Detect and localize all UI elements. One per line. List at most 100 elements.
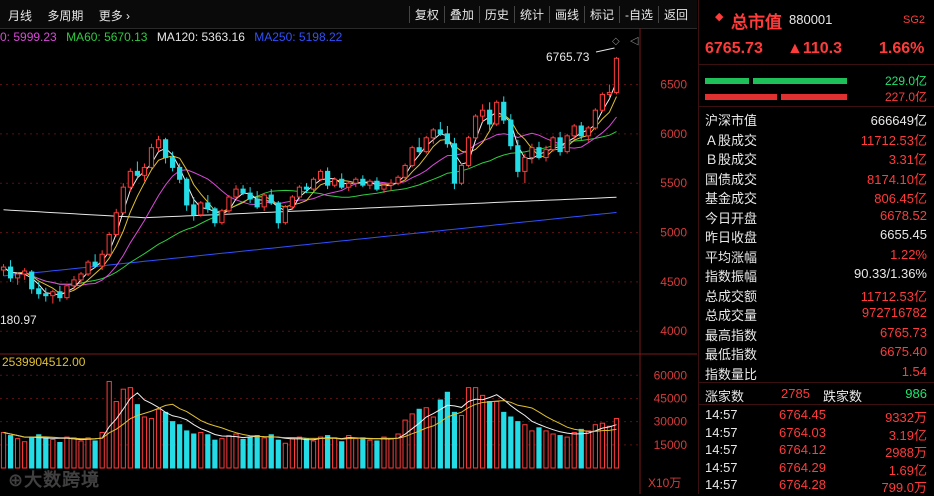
candle-body bbox=[303, 186, 310, 190]
volume-bar bbox=[162, 411, 169, 469]
volume-tick-label: 30000 bbox=[654, 415, 688, 429]
volume-bar bbox=[92, 440, 98, 469]
tick-volume: 799.0万 bbox=[881, 480, 927, 496]
rise-count: 2785 bbox=[781, 386, 810, 401]
volume-bar bbox=[339, 441, 345, 469]
volume-bar bbox=[599, 422, 605, 469]
stat-row: 最低指数 6675.40 bbox=[699, 343, 934, 362]
statistics-button[interactable]: 统计 bbox=[513, 6, 549, 23]
price-tick-label: 5500 bbox=[660, 176, 687, 190]
volume-bar bbox=[233, 433, 239, 469]
candle-body bbox=[113, 212, 119, 236]
volume-bar bbox=[219, 438, 225, 469]
tick-row: 14:57 6764.29 1.69亿 bbox=[699, 459, 934, 478]
volume-bar bbox=[585, 430, 591, 469]
ma120-value: MA120: 5363.16 bbox=[156, 30, 245, 44]
candle-body bbox=[564, 135, 570, 153]
more-button[interactable]: 更多 › bbox=[99, 9, 130, 23]
candle-body bbox=[437, 129, 443, 135]
volume-bar bbox=[374, 440, 380, 469]
candle-body bbox=[346, 182, 352, 188]
volume-bar bbox=[50, 438, 56, 469]
stat-row: 最高指数 6765.73 bbox=[699, 324, 934, 343]
volume-bar bbox=[78, 440, 84, 469]
flow-bar-2b bbox=[781, 94, 847, 100]
candle-body bbox=[416, 147, 422, 153]
candle-body bbox=[367, 180, 373, 186]
period-bar: 月线 多周期 更多 › bbox=[8, 7, 142, 24]
stat-value: 666649亿 bbox=[870, 113, 927, 128]
collapse-icon[interactable]: ◁ bbox=[630, 34, 638, 47]
candle-body bbox=[296, 186, 303, 198]
volume-bar bbox=[57, 442, 63, 469]
stat-label: 指数振幅 bbox=[705, 269, 758, 284]
tick-time: 14:57 bbox=[705, 477, 738, 493]
volume-bar bbox=[261, 437, 267, 469]
price-tick-label: 6000 bbox=[660, 127, 687, 141]
volume-bar bbox=[494, 401, 500, 469]
draw-line-button[interactable]: 画线 bbox=[548, 6, 584, 23]
period-monthly-button[interactable]: 月线 bbox=[8, 9, 32, 23]
volume-bar bbox=[275, 439, 281, 469]
stat-label: 基金成交 bbox=[705, 191, 758, 206]
remove-watchlist-button[interactable]: -自选 bbox=[618, 6, 658, 23]
candle-body bbox=[282, 206, 288, 224]
volume-bar bbox=[346, 435, 352, 469]
candle-body bbox=[0, 266, 7, 271]
stat-row: 总成交额 11712.53亿 bbox=[699, 285, 934, 304]
history-button[interactable]: 历史 bbox=[478, 6, 514, 23]
candle-body bbox=[501, 101, 507, 121]
candle-body bbox=[515, 145, 521, 172]
tick-row: 14:57 6764.45 9332万 bbox=[699, 406, 934, 425]
tick-price: 6764.29 bbox=[779, 459, 826, 475]
overlay-button[interactable]: 叠加 bbox=[443, 6, 479, 23]
volume-bar bbox=[22, 441, 28, 469]
multi-period-button[interactable]: 多周期 bbox=[47, 9, 83, 23]
volume-bar bbox=[120, 388, 126, 469]
flow-bar-1a bbox=[705, 78, 749, 84]
volume-bar bbox=[543, 430, 549, 469]
flow-bar-1-value: 229.0亿 bbox=[884, 74, 927, 88]
back-button[interactable]: 返回 bbox=[657, 6, 693, 23]
volume-bar bbox=[198, 431, 204, 469]
fall-label: 跌家数 bbox=[823, 389, 863, 404]
ma250-value: MA250: 5198.22 bbox=[254, 30, 343, 44]
volume-bar bbox=[388, 438, 394, 469]
volume-bar bbox=[458, 414, 465, 469]
volume-bar bbox=[557, 435, 563, 469]
volume-bar bbox=[606, 425, 613, 469]
stat-value: 90.33/1.36% bbox=[853, 266, 927, 281]
candle-body bbox=[233, 188, 239, 198]
volume-bar bbox=[134, 404, 140, 469]
volume-tick-label: 15000 bbox=[654, 438, 688, 452]
volume-bar bbox=[480, 394, 486, 469]
volume-bar bbox=[296, 436, 303, 469]
stat-value: 8174.10亿 bbox=[867, 171, 927, 187]
candle-body bbox=[184, 178, 190, 206]
volume-bar bbox=[381, 436, 387, 469]
adjust-button[interactable]: 复权 bbox=[408, 6, 444, 23]
kline-chart[interactable]: 6500 6000 5500 5000 4500 4000 60000 45000 30000 1… bbox=[0, 28, 697, 494]
stat-value: 11712.53亿 bbox=[860, 132, 927, 148]
volume-bar bbox=[184, 430, 190, 469]
mark-button[interactable]: 标记 bbox=[583, 6, 619, 23]
volume-bar bbox=[71, 437, 77, 469]
candle-body bbox=[310, 178, 317, 190]
volume-bar bbox=[360, 437, 366, 469]
breadth-row: 涨家数 2785 跌家数 986 bbox=[699, 385, 934, 404]
price-tick-label: 4500 bbox=[660, 275, 687, 289]
sg-badge[interactable]: SG2 bbox=[903, 14, 925, 26]
stat-value: 972716782 bbox=[861, 305, 927, 320]
candle-body bbox=[444, 133, 451, 145]
volume-bar bbox=[325, 435, 331, 469]
tick-time: 14:57 bbox=[705, 424, 738, 440]
candle-body bbox=[395, 176, 401, 184]
candle-body bbox=[339, 178, 345, 188]
candle-body bbox=[508, 119, 514, 147]
ma60-value: MA60: 5670.13 bbox=[66, 30, 148, 44]
volume-bar bbox=[550, 433, 556, 469]
candle-body bbox=[275, 202, 281, 224]
candle-body bbox=[592, 109, 598, 129]
stat-value: 6765.73 bbox=[880, 324, 927, 340]
stat-row: 总成交量 972716782 bbox=[699, 304, 934, 323]
